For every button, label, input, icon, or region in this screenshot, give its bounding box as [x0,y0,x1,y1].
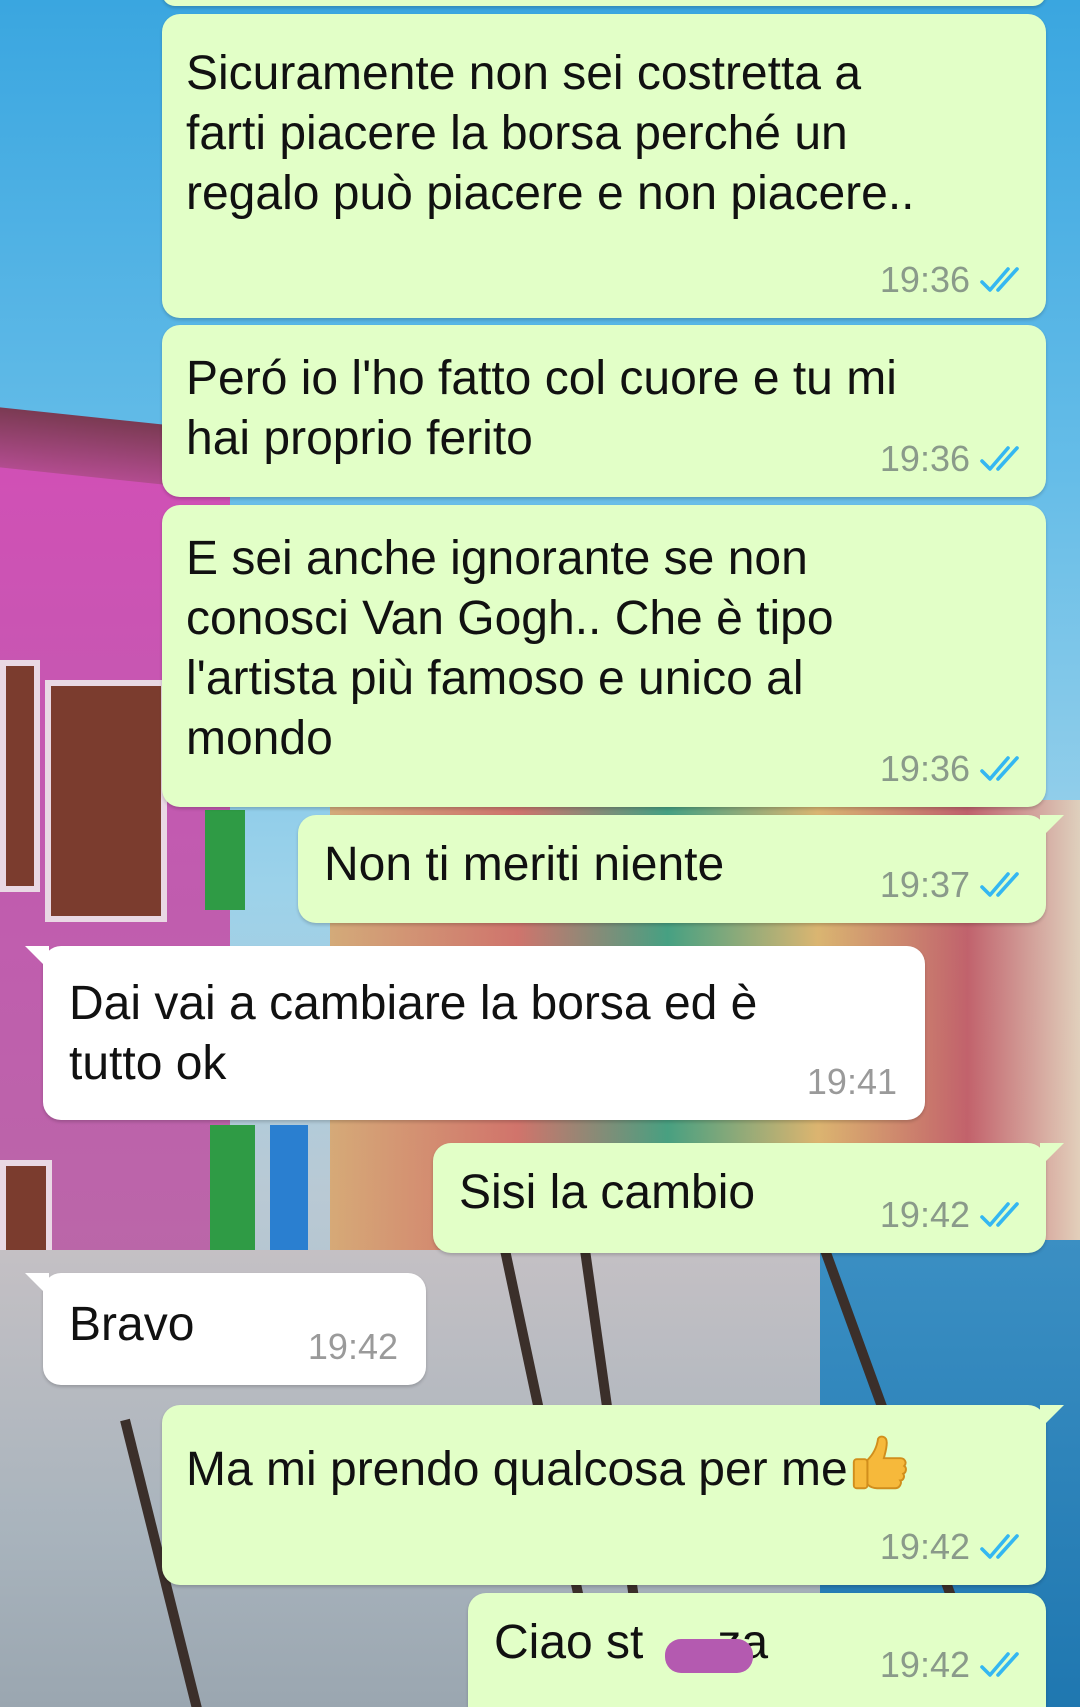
message-time: 19:42 [879,1526,970,1567]
redaction-mark [665,1639,753,1673]
double-check-read-icon [980,1202,1019,1227]
message-outgoing[interactable]: Sisi la cambio 19:42 [433,1143,1064,1253]
message-text: Dai vai a cambiare la borsa ed è tutto o… [69,977,758,1090]
message-outgoing[interactable]: Sicuramente non sei costretta a farti pi… [162,14,1046,318]
message-outgoing-partial[interactable] [162,0,1046,6]
message-time: 19:41 [806,1061,897,1102]
double-check-read-icon [980,756,1019,781]
message-meta: 19:36 [880,749,1024,789]
message-meta: 19:42 [880,1527,1024,1567]
message-meta: 19:42 [308,1327,398,1367]
double-check-read-icon [980,267,1019,292]
message-text: Ma mi prendo qualcosa per me [186,1433,1022,1500]
message-outgoing[interactable]: Peró io l'ho fatto col cuore e tu mi hai… [162,325,1046,497]
message-time: 19:42 [879,1644,970,1685]
message-time: 19:42 [879,1194,970,1235]
message-outgoing[interactable]: Non ti meriti niente 19:37 [298,815,1064,923]
message-meta: 19:42 [880,1645,1024,1685]
message-time: 19:36 [879,438,970,479]
message-text: Sicuramente non sei costretta a farti pi… [186,47,915,220]
message-outgoing[interactable]: Ciao stza 19:42 [468,1593,1046,1707]
message-incoming[interactable]: Dai vai a cambiare la borsa ed è tutto o… [25,946,925,1120]
message-meta: 19:37 [880,865,1024,905]
message-incoming[interactable]: Bravo 19:42 [25,1273,426,1385]
message-outgoing[interactable]: E sei anche ignorante se non conosci Van… [162,505,1046,807]
wallpaper-window [0,660,40,892]
message-outgoing[interactable]: Ma mi prendo qualcosa per me 19:42 [162,1405,1064,1585]
double-check-read-icon [980,1652,1019,1677]
message-meta: 19:42 [880,1195,1024,1235]
message-time: 19:42 [307,1326,398,1367]
message-time: 19:36 [879,748,970,789]
message-meta: 19:36 [880,260,1024,300]
message-meta: 19:36 [880,439,1024,479]
message-text: E sei anche ignorante se non conosci Van… [186,532,834,765]
wallpaper-shutter [205,810,245,910]
message-time: 19:37 [879,864,970,905]
double-check-read-icon [980,1534,1019,1559]
thumbs-up-emoji-icon [852,1435,907,1490]
message-time: 19:36 [879,259,970,300]
wallpaper-window [45,680,167,922]
double-check-read-icon [980,446,1019,471]
message-meta: 19:41 [807,1062,897,1102]
double-check-read-icon [980,872,1019,897]
